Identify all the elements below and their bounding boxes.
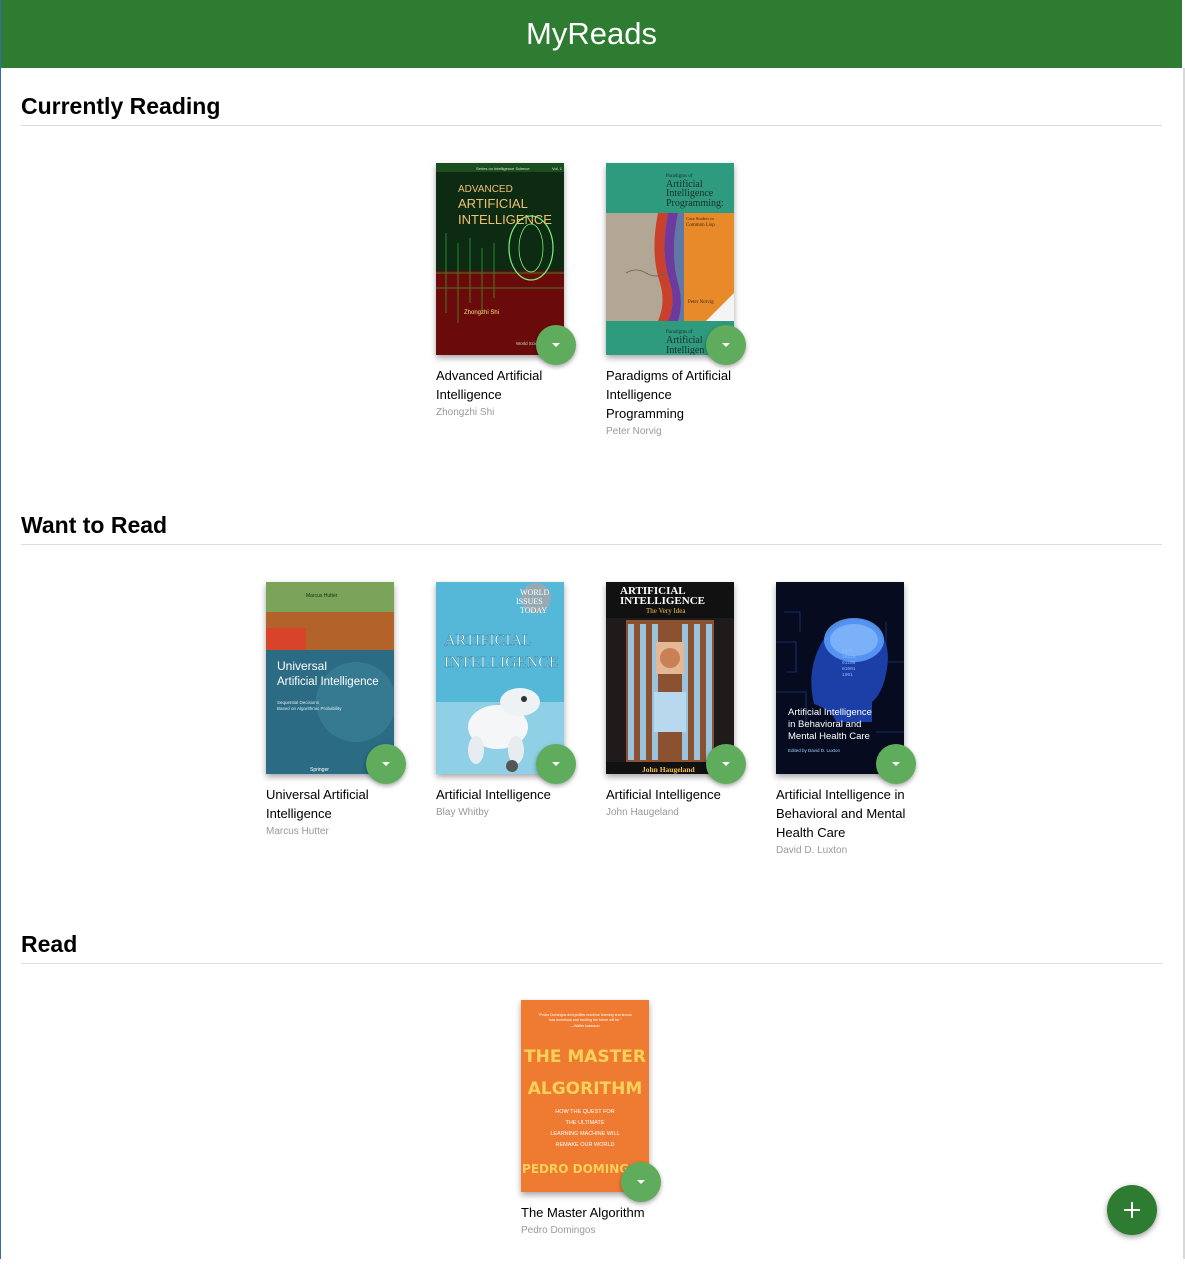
cover-subtitle-2: Based on Algorithmic Probability — [277, 706, 342, 711]
cover-author: Marcus Hutter — [306, 593, 338, 599]
cover-title-3: INTELLIGENCE — [458, 212, 552, 227]
cover-subtitle-4: REMAKE OUR WORLD — [556, 1142, 615, 1148]
cover-badge-1: WORLD — [520, 588, 550, 597]
cover-title-1: ADVANCED — [458, 184, 513, 195]
cover-editor: Edited by David D. Luxton — [788, 748, 841, 753]
book-author: John Haugeland — [606, 807, 679, 818]
book-title: Artificial Intelligence — [606, 787, 721, 802]
cover-title-2: ALGORITHM — [528, 1079, 643, 1099]
book-title: Artificial Intelligence — [436, 787, 551, 802]
cover-subtitle-2: Common Lisp — [686, 223, 715, 228]
add-book-button[interactable] — [1107, 1185, 1157, 1235]
cover-title-1: ARTIFICIAL — [444, 632, 532, 649]
book-item: Marcus Hutter Universal Artificial Intel… — [266, 582, 416, 839]
window-left-border — [0, 0, 1, 1259]
cover-subtitle-2: THE ULTIMATE — [566, 1120, 605, 1126]
book-cover[interactable]: WORLD ISSUES TODAY ARTIFICIAL INTELLIGEN… — [436, 582, 576, 784]
cover-bottom-3: Intelligen — [666, 345, 704, 355]
cover-series: Series on Intelligence Science — [476, 166, 530, 171]
book-cover-art: ARTIFICIAL INTELLIGENCE The Very Idea Jo… — [606, 582, 734, 774]
cover-subtitle: The Very Idea — [646, 607, 686, 615]
cover-badge-2: ISSUES — [516, 597, 543, 606]
app-title-bar: MyReads — [1, 0, 1182, 68]
shelf-changer-button[interactable] — [621, 1162, 661, 1202]
app-title: MyReads — [526, 16, 657, 51]
book-author: Marcus Hutter — [266, 826, 329, 837]
book-cover-art: 0101 10110 01100 01001 1001 Artificial Intel… — [776, 582, 904, 774]
cover-volume: Vol. 1 — [552, 166, 563, 171]
book-title: Paradigms of Artificial Intelligence Pro… — [606, 368, 731, 421]
shelf-currently-reading: Currently Reading Series on Intelligence… — [21, 87, 1162, 446]
book-item: "Pedro Domingos demystifies machine lear… — [521, 1000, 671, 1238]
cover-title-2: INTELLIGENCE — [444, 654, 559, 671]
cover-publisher: Springer — [310, 767, 329, 773]
cover-subtitle-1: HOW THE QUEST FOR — [555, 1109, 614, 1115]
shelf-changer-button[interactable] — [706, 744, 746, 784]
cover-subtitle-1: Case Studies in — [686, 216, 714, 221]
cover-title-2: in Behavioral and — [788, 719, 861, 730]
book-title: Advanced Artificial Intelligence — [436, 368, 543, 402]
cover-title-2: Artificial Intelligence — [277, 676, 379, 688]
cover-subtitle-3: LEARNING MACHINE WILL — [550, 1131, 619, 1137]
shelf-want-to-read: Want to Read Marcus Hutter Universal Art… — [21, 506, 1162, 865]
shelf-title: Read — [21, 925, 1162, 964]
cover-quote-3: —Walter Isaacson — [570, 1024, 599, 1028]
shelf-read: Read "Pedro Domingos demystifies machine… — [21, 925, 1162, 1284]
book-cover[interactable]: ARTIFICIAL INTELLIGENCE The Very Idea Jo… — [606, 582, 746, 784]
book-title: Universal Artificial Intelligence — [266, 787, 369, 821]
cover-title-1: Artificial Intelligence — [788, 707, 872, 718]
book-title: The Master Algorithm — [521, 1205, 645, 1220]
shelf-title: Want to Read — [21, 506, 1162, 545]
cover-quote-2: how wondrous and exciting the future wil… — [549, 1018, 623, 1022]
cover-title-2: INTELLIGENCE — [620, 595, 705, 607]
book-author: Blay Whitby — [436, 807, 489, 818]
book-title: Artificial Intelligence in Behavioral an… — [776, 787, 906, 840]
cover-author: Zhongzhi Shi — [464, 310, 499, 316]
book-author: Zhongzhi Shi — [436, 407, 495, 418]
shelf-changer-button[interactable] — [706, 325, 746, 365]
shelf-title: Currently Reading — [21, 87, 1162, 126]
shelf-changer-button[interactable] — [536, 325, 576, 365]
cover-badge-3: TODAY — [520, 606, 547, 615]
book-cover-art: WORLD ISSUES TODAY ARTIFICIAL INTELLIGEN… — [436, 582, 564, 774]
book-author: Pedro Domingos — [521, 1225, 596, 1236]
cover-author: John Haugeland — [642, 765, 696, 774]
book-item: Paradigms of Artificial Intelligence Pro… — [606, 163, 756, 439]
book-item: WORLD ISSUES TODAY ARTIFICIAL INTELLIGEN… — [436, 582, 586, 820]
book-cover-art: Marcus Hutter Universal Artificial Intel… — [266, 582, 394, 774]
cover-title-1: Universal — [277, 659, 327, 673]
cover-title-2: ARTIFICIAL — [458, 196, 528, 211]
shelf-changer-button[interactable] — [536, 744, 576, 784]
book-cover[interactable]: 0101 10110 01100 01001 1001 Artificial Intel… — [776, 582, 916, 784]
book-item: Series on Intelligence Science Vol. 1 AD… — [436, 163, 586, 420]
book-cover[interactable]: "Pedro Domingos demystifies machine lear… — [521, 1000, 661, 1202]
cover-title-3: Mental Health Care — [788, 731, 870, 742]
book-cover-art: "Pedro Domingos demystifies machine lear… — [521, 1000, 649, 1192]
cover-quote-1: "Pedro Domingos demystifies machine lear… — [538, 1013, 632, 1017]
book-cover[interactable]: Paradigms of Artificial Intelligence Pro… — [606, 163, 746, 365]
book-author: David D. Luxton — [776, 845, 848, 856]
book-cover-art: Series on Intelligence Science Vol. 1 AD… — [436, 163, 564, 355]
cover-author: Peter Norvig — [688, 300, 714, 305]
shelf-changer-button[interactable] — [366, 744, 406, 784]
book-cover[interactable]: Marcus Hutter Universal Artificial Intel… — [266, 582, 406, 784]
book-cover-art: Paradigms of Artificial Intelligence Pro… — [606, 163, 734, 355]
book-grid: "Pedro Domingos demystifies machine lear… — [21, 964, 1162, 1284]
cover-title-4: Programming: — [666, 198, 724, 209]
book-author: Peter Norvig — [606, 426, 662, 437]
book-item: 0101 10110 01100 01001 1001 Artificial Intel… — [776, 582, 926, 858]
book-item: ARTIFICIAL INTELLIGENCE The Very Idea Jo… — [606, 582, 756, 820]
shelf-changer-button[interactable] — [876, 744, 916, 784]
book-cover[interactable]: Series on Intelligence Science Vol. 1 AD… — [436, 163, 576, 365]
cover-subtitle-1: Sequential Decisions — [277, 700, 320, 705]
book-grid: Marcus Hutter Universal Artificial Intel… — [21, 545, 1162, 865]
book-grid: Series on Intelligence Science Vol. 1 AD… — [21, 126, 1162, 446]
cover-title-1: THE MASTER — [524, 1047, 646, 1067]
